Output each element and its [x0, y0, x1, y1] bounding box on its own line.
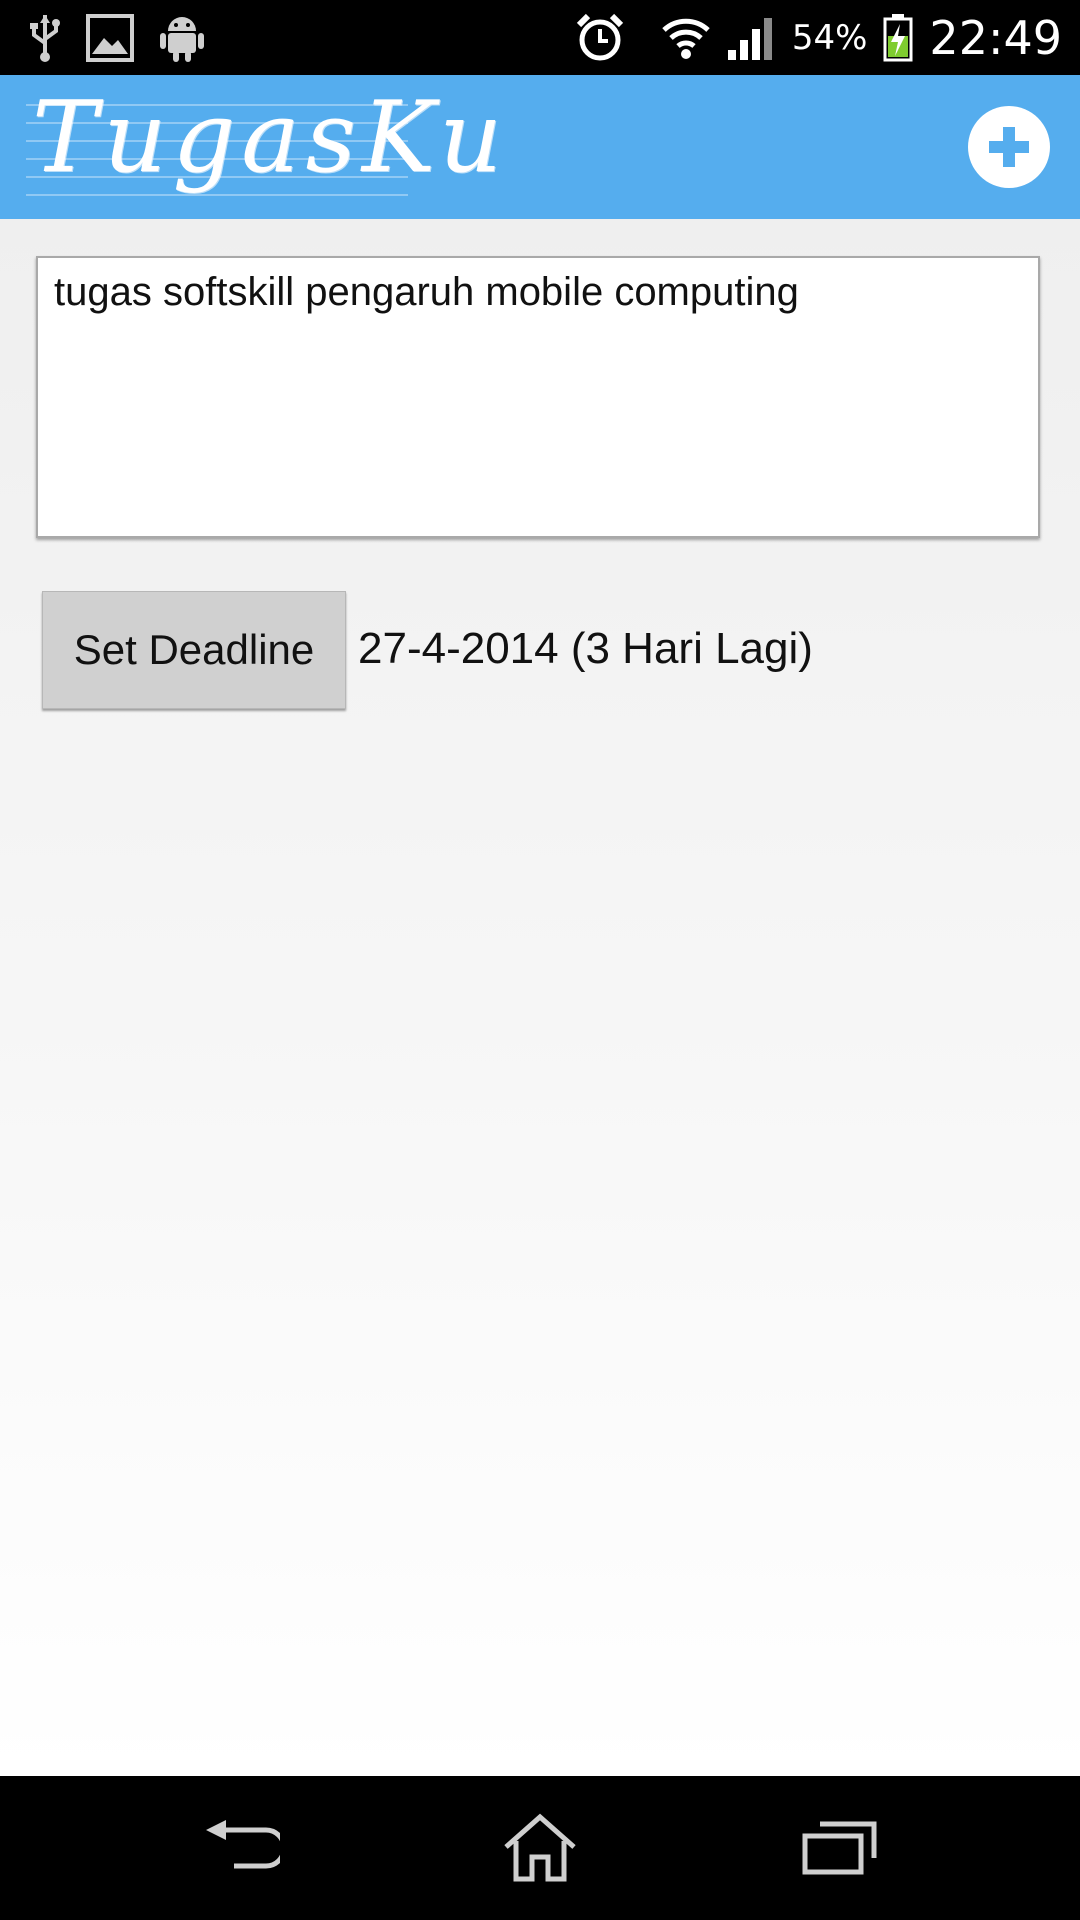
app-title: TugasKu	[32, 81, 509, 195]
clock: 22:49	[929, 10, 1062, 65]
recent-apps-button[interactable]	[760, 1776, 920, 1920]
alarm-icon	[576, 13, 624, 63]
home-icon	[504, 1813, 576, 1882]
status-bar: 54% 22:49	[0, 0, 1080, 75]
main-content: tugas softskill pengaruh mobile computin…	[0, 219, 1080, 1776]
back-button[interactable]	[160, 1776, 320, 1920]
deadline-value: 27-4-2014 (3 Hari Lagi)	[358, 624, 813, 673]
recent-apps-icon	[802, 1821, 877, 1875]
android-icon	[160, 13, 204, 63]
action-bar: TugasKu	[0, 75, 1080, 219]
back-icon	[206, 1820, 280, 1869]
app-logo: TugasKu	[26, 81, 502, 213]
add-task-button[interactable]	[968, 106, 1050, 188]
usb-icon	[30, 13, 60, 63]
wifi-icon	[662, 16, 710, 60]
signal-icon	[726, 16, 776, 60]
image-icon	[86, 13, 134, 62]
set-deadline-button[interactable]: Set Deadline	[42, 591, 346, 709]
status-bar-right: 54% 22:49	[576, 0, 1062, 75]
navigation-bar	[0, 1776, 1080, 1920]
plus-icon	[989, 127, 1029, 167]
battery-percent: 54%	[791, 17, 868, 58]
status-bar-left	[30, 0, 204, 75]
home-button[interactable]	[460, 1776, 620, 1920]
battery-charging-icon	[883, 13, 913, 62]
task-description-field[interactable]: tugas softskill pengaruh mobile computin…	[36, 256, 1040, 538]
